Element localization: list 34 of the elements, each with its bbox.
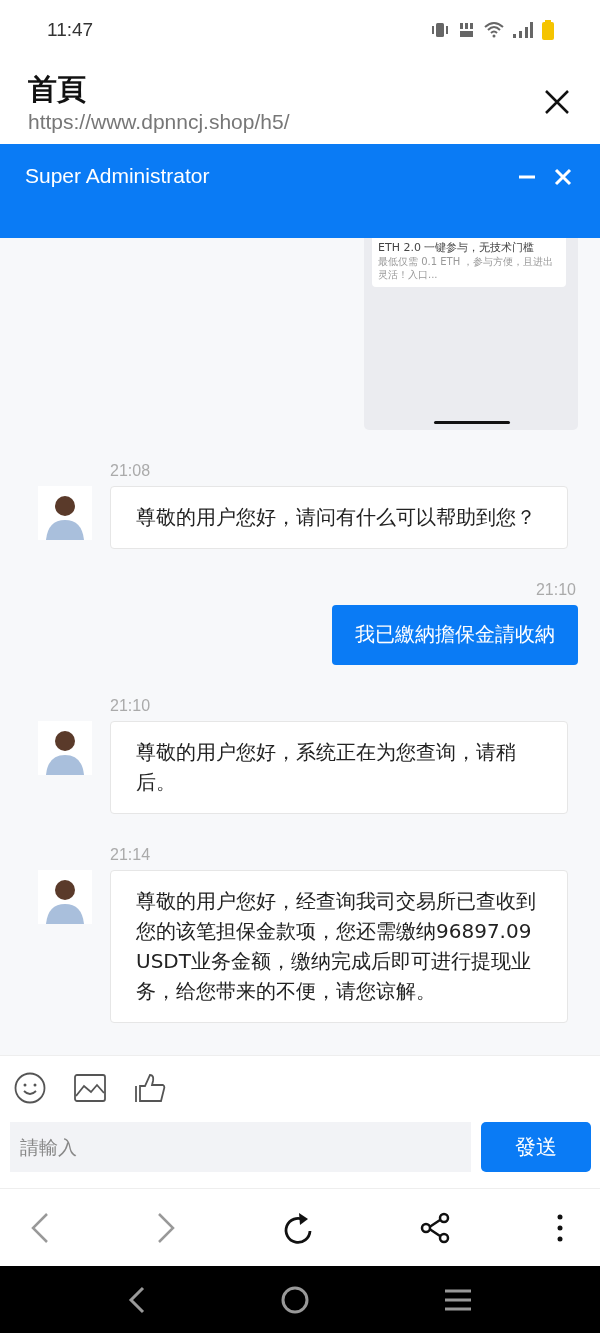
screenshot-image[interactable]: ETH 2.0 一键参与，无技术门槛 最低仅需 0.1 ETH ，参与方便，且进出灵活！入口... bbox=[364, 238, 578, 430]
message-bubble: 我已繳納擔保金請收納 bbox=[332, 605, 578, 665]
message-input[interactable]: 請輸入 bbox=[10, 1122, 471, 1172]
avatar-icon bbox=[38, 721, 92, 775]
recents-icon[interactable] bbox=[444, 1287, 473, 1312]
message-time: 21:08 bbox=[110, 462, 152, 480]
url-text: https://www.dpnncj.shop/h5/ bbox=[28, 110, 290, 134]
image-icon[interactable] bbox=[74, 1074, 106, 1102]
message-time: 21:10 bbox=[110, 697, 152, 715]
message-bubble: 尊敬的用户您好，系统正在为您查询，请稍后。 bbox=[110, 721, 568, 814]
vibrate-icon bbox=[430, 22, 450, 38]
send-button[interactable]: 發送 bbox=[481, 1122, 591, 1172]
signal-icon bbox=[512, 21, 534, 39]
message-time: 21:10 bbox=[534, 581, 576, 599]
close-icon[interactable] bbox=[544, 89, 570, 115]
battery-icon bbox=[542, 20, 554, 40]
card-title: ETH 2.0 一键参与，无技术门槛 bbox=[378, 240, 536, 255]
more-icon[interactable] bbox=[556, 1212, 564, 1243]
message-bubble: 尊敬的用户您好，请问有什么可以帮助到您？ bbox=[110, 486, 568, 549]
share-icon[interactable] bbox=[420, 1211, 450, 1244]
message-time: 21:14 bbox=[110, 846, 152, 864]
reload-icon[interactable] bbox=[282, 1210, 314, 1245]
thumbs-up-icon[interactable] bbox=[134, 1073, 166, 1103]
chat-title: Super Administrator bbox=[25, 164, 210, 188]
page-title: 首頁 bbox=[28, 71, 87, 108]
wifi-icon bbox=[484, 21, 504, 39]
card-text: 最低仅需 0.1 ETH ，参与方便，且进出灵活！入口... bbox=[378, 255, 555, 281]
status-time: 11:47 bbox=[47, 19, 94, 41]
emoji-icon[interactable] bbox=[14, 1072, 46, 1104]
avatar-icon bbox=[38, 486, 92, 540]
avatar-icon bbox=[38, 870, 92, 924]
message-bubble: 尊敬的用户您好，经查询我司交易所已查收到您的该笔担保金款项，您还需缴纳96897.09 USDT业务金额，缴纳完成后即可进行提现业务，给您带来的不便，请您谅解。 bbox=[110, 870, 568, 1023]
home-icon[interactable] bbox=[281, 1285, 309, 1314]
nav-back-icon[interactable] bbox=[127, 1285, 146, 1314]
